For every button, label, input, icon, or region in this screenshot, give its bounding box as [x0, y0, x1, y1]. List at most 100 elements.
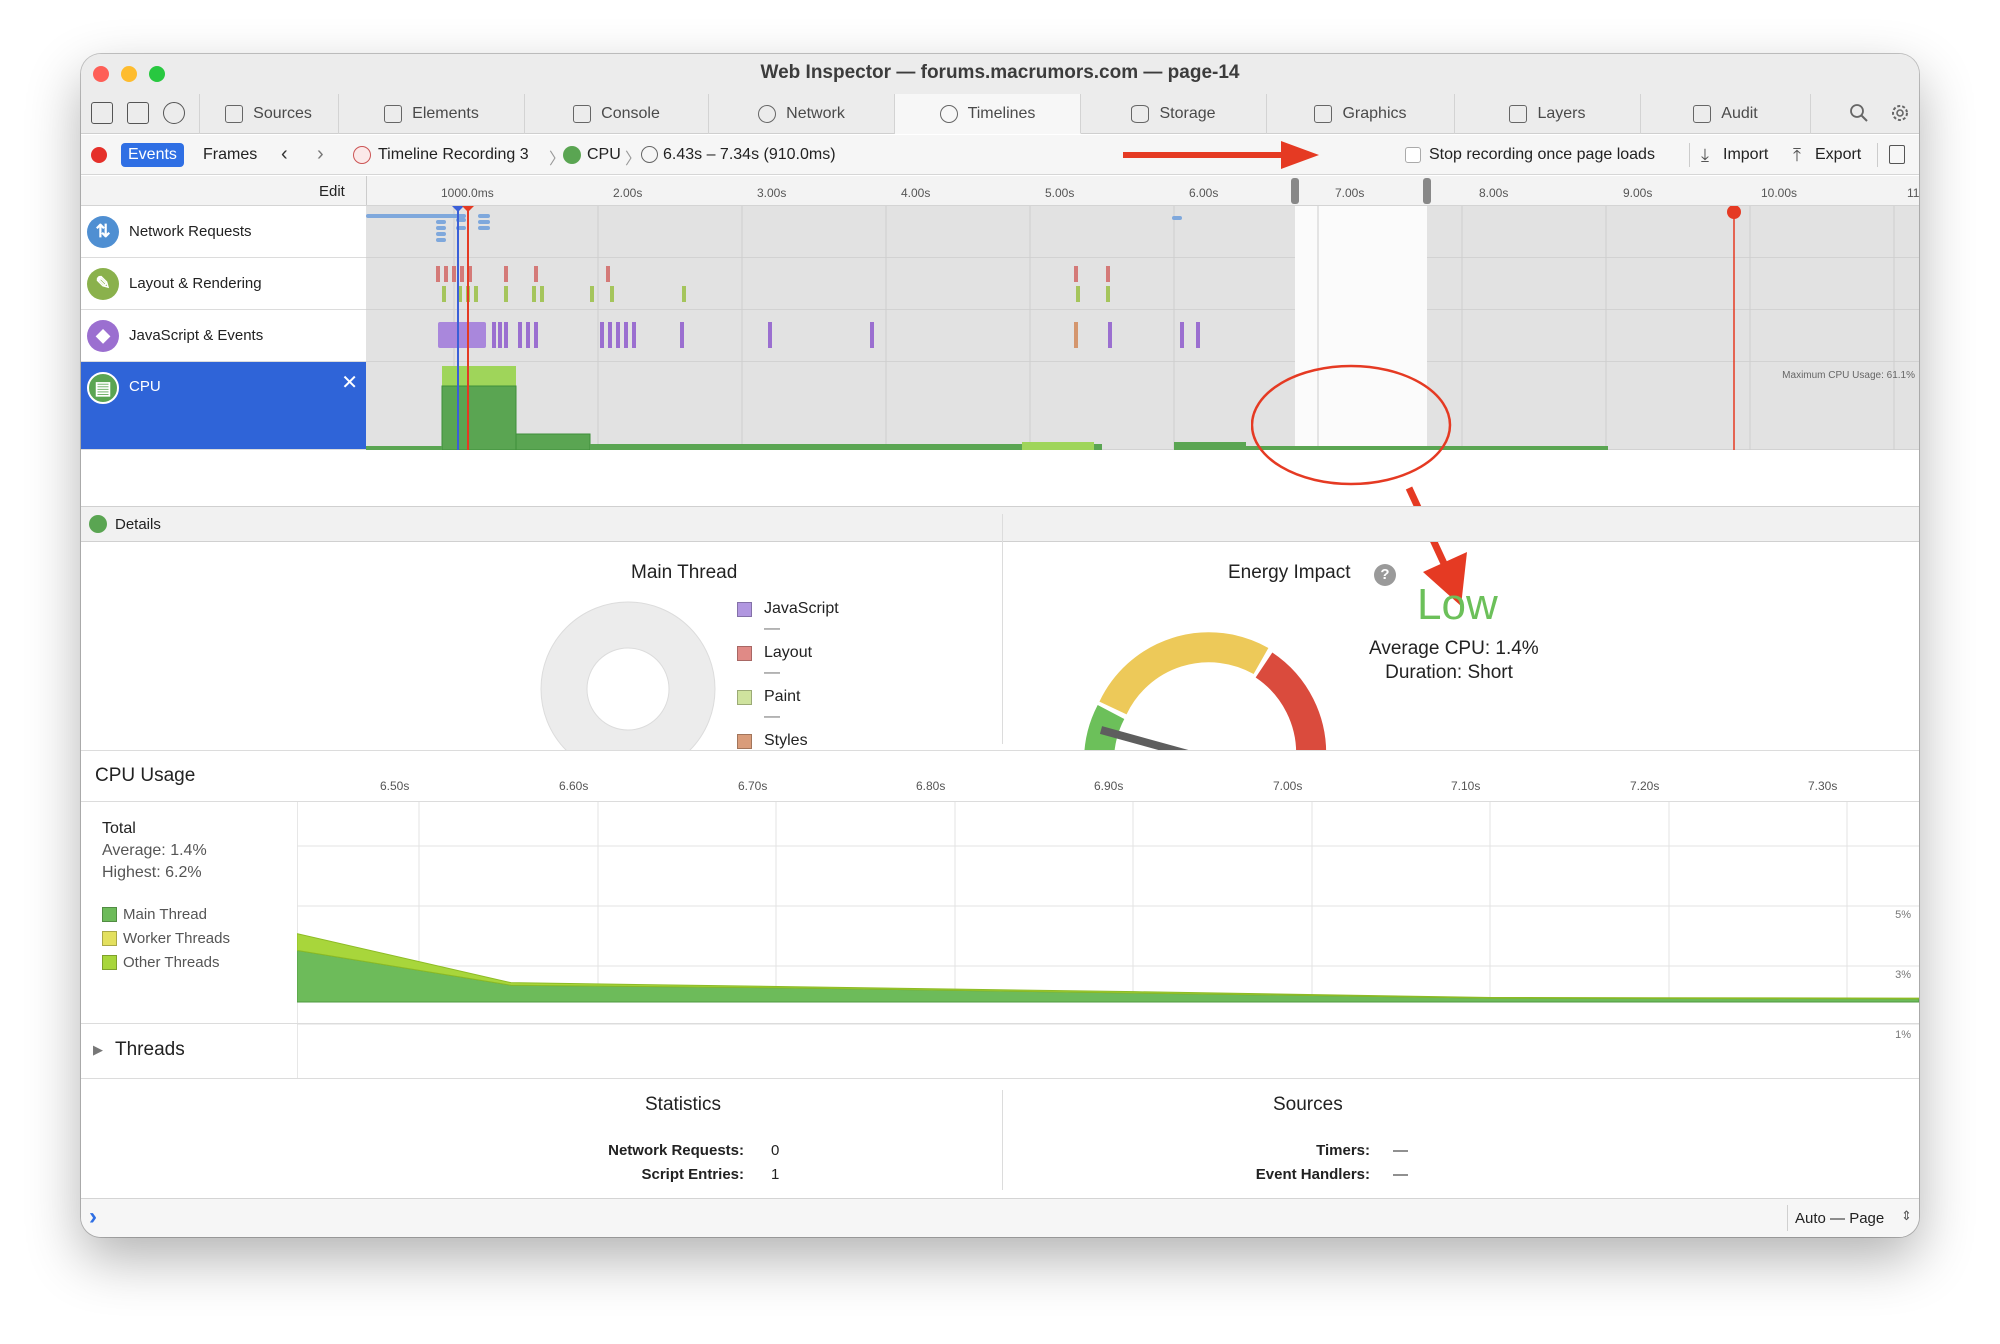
- back-chevron-icon[interactable]: ‹: [281, 143, 288, 166]
- cpu-tick: 6.90s: [1094, 779, 1124, 793]
- import-icon: ⤓: [1701, 145, 1709, 165]
- row-label: Layout & Rendering: [129, 275, 262, 292]
- cpu-tick: 7.00s: [1273, 779, 1303, 793]
- tab-elements[interactable]: Elements: [339, 94, 525, 134]
- cpu-area-main-thread: [297, 949, 1919, 1003]
- source-value: —: [1393, 1142, 1408, 1159]
- source-value: —: [1393, 1166, 1408, 1183]
- tab-network[interactable]: Network: [709, 94, 895, 134]
- source-label: Timers:: [1316, 1142, 1370, 1159]
- record-button[interactable]: [91, 147, 107, 163]
- tab-layers[interactable]: Layers: [1455, 94, 1641, 134]
- legend-label: JavaScript: [764, 600, 839, 617]
- gridline-label: 3%: [1895, 969, 1911, 981]
- cpu-tick: 6.80s: [916, 779, 946, 793]
- clock-icon: [641, 146, 658, 163]
- stop-recording-checkbox[interactable]: [1405, 147, 1421, 163]
- legend-label: Worker Threads: [123, 930, 230, 947]
- edit-button[interactable]: Edit: [319, 183, 345, 200]
- gridline-label: 5%: [1895, 909, 1911, 921]
- main-thread-title: Main Thread: [631, 562, 738, 583]
- legend-other-threads: Other Threads: [102, 954, 219, 971]
- close-icon[interactable]: ✕: [341, 370, 358, 395]
- selection-end-handle[interactable]: [1423, 178, 1431, 204]
- export-button[interactable]: Export: [1815, 146, 1861, 164]
- events-toggle[interactable]: Events: [121, 143, 184, 167]
- trash-icon[interactable]: [1889, 145, 1905, 164]
- ruler-tick: 7.00s: [1335, 186, 1365, 200]
- energy-impact-title: Energy Impact: [1228, 562, 1351, 583]
- cpu-average: Average: 1.4%: [102, 842, 207, 859]
- stat-value: 1: [771, 1166, 780, 1183]
- cpu-usage-chart: 5% 3% 1%: [297, 802, 1919, 1078]
- energy-gauge: [1084, 632, 1327, 763]
- console-prompt-icon[interactable]: ›: [89, 1203, 97, 1231]
- tab-timelines[interactable]: Timelines: [895, 94, 1081, 134]
- timeline-rows: ⇅ Network Requests ✎ Layout & Rendering …: [81, 206, 1919, 506]
- clock-icon: [939, 104, 958, 123]
- gear-icon[interactable]: [1889, 102, 1911, 124]
- tab-audit[interactable]: Audit: [1641, 94, 1811, 134]
- track-marks: [366, 206, 1895, 450]
- help-icon[interactable]: ?: [1374, 564, 1396, 586]
- legend-value: —: [764, 620, 780, 637]
- cpu-tick: 7.10s: [1451, 779, 1481, 793]
- cpu-icon: ▤: [87, 372, 119, 404]
- timeline-toolbar: Events Frames ‹ › Timeline Recording 3 〉…: [81, 135, 1919, 175]
- divider: [81, 1078, 1919, 1079]
- legend-value: —: [764, 708, 780, 725]
- title-bar: Web Inspector — forums.macrumors.com — p…: [81, 54, 1919, 94]
- ruler-tick: 6.00s: [1189, 186, 1219, 200]
- breadcrumb-range[interactable]: 6.43s – 7.34s (910.0ms): [663, 146, 836, 164]
- breadcrumb-recording[interactable]: Timeline Recording 3: [378, 146, 529, 164]
- row-javascript-events[interactable]: ◆ JavaScript & Events: [81, 310, 366, 362]
- dock-bottom-icon[interactable]: [127, 102, 149, 124]
- cpu-icon: [563, 146, 581, 164]
- legend-main-thread: Main Thread: [102, 906, 207, 923]
- cpu-icon: [89, 515, 107, 533]
- pane-divider: [1002, 514, 1003, 744]
- tab-storage[interactable]: Storage: [1081, 94, 1267, 134]
- breadcrumb-cpu[interactable]: CPU: [587, 146, 621, 164]
- execution-context-select[interactable]: Auto — Page: [1795, 1210, 1884, 1227]
- inspect-element-icon[interactable]: [163, 102, 185, 124]
- frames-toggle[interactable]: Frames: [203, 146, 257, 164]
- stat-label: Network Requests:: [608, 1142, 744, 1159]
- row-layout-rendering[interactable]: ✎ Layout & Rendering: [81, 258, 366, 310]
- threads-toggle[interactable]: Threads: [115, 1039, 185, 1061]
- tab-console[interactable]: Console: [525, 94, 709, 134]
- row-network-requests[interactable]: ⇅ Network Requests: [81, 206, 366, 258]
- cpu-total-label: Total: [102, 820, 136, 837]
- energy-average: Average CPU: 1.4%: [1369, 638, 1539, 659]
- dock-side-icon[interactable]: [91, 102, 113, 124]
- selection-start-handle[interactable]: [1291, 178, 1299, 204]
- import-button[interactable]: Import: [1723, 146, 1768, 164]
- stat-label: Script Entries:: [641, 1166, 744, 1183]
- console-icon: [573, 105, 592, 123]
- doc-icon: [225, 105, 244, 123]
- forward-chevron-icon[interactable]: ›: [317, 143, 324, 166]
- legend-javascript: JavaScript: [737, 600, 839, 618]
- ruler-tick: 3.00s: [757, 186, 787, 200]
- tab-sources[interactable]: Sources: [199, 94, 339, 134]
- main-thread-swatch: [102, 907, 117, 922]
- disclosure-triangle-icon[interactable]: ▶: [93, 1042, 103, 1058]
- select-chevron-icon: ⇕: [1901, 1208, 1912, 1223]
- row-label: JavaScript & Events: [129, 327, 264, 344]
- ruler-tick: 8.00s: [1479, 186, 1509, 200]
- tab-graphics[interactable]: Graphics: [1267, 94, 1455, 134]
- ruler-tick: 4.00s: [901, 186, 931, 200]
- legend-label: Layout: [764, 644, 813, 661]
- layers-icon: [1509, 105, 1528, 123]
- database-icon: [1131, 105, 1150, 123]
- search-icon[interactable]: [1849, 103, 1869, 123]
- legend-label: Styles: [764, 732, 808, 749]
- row-cpu[interactable]: ▤ CPU ✕: [81, 362, 366, 450]
- ruler-tick: 10.00s: [1761, 186, 1798, 200]
- energy-rating: Low: [1417, 580, 1498, 629]
- tab-label: Layers: [1537, 105, 1586, 122]
- legend-styles: Styles: [737, 732, 808, 750]
- audit-icon: [1693, 105, 1712, 123]
- tab-label: Network: [786, 105, 845, 122]
- network-requests-icon: ⇅: [87, 215, 119, 248]
